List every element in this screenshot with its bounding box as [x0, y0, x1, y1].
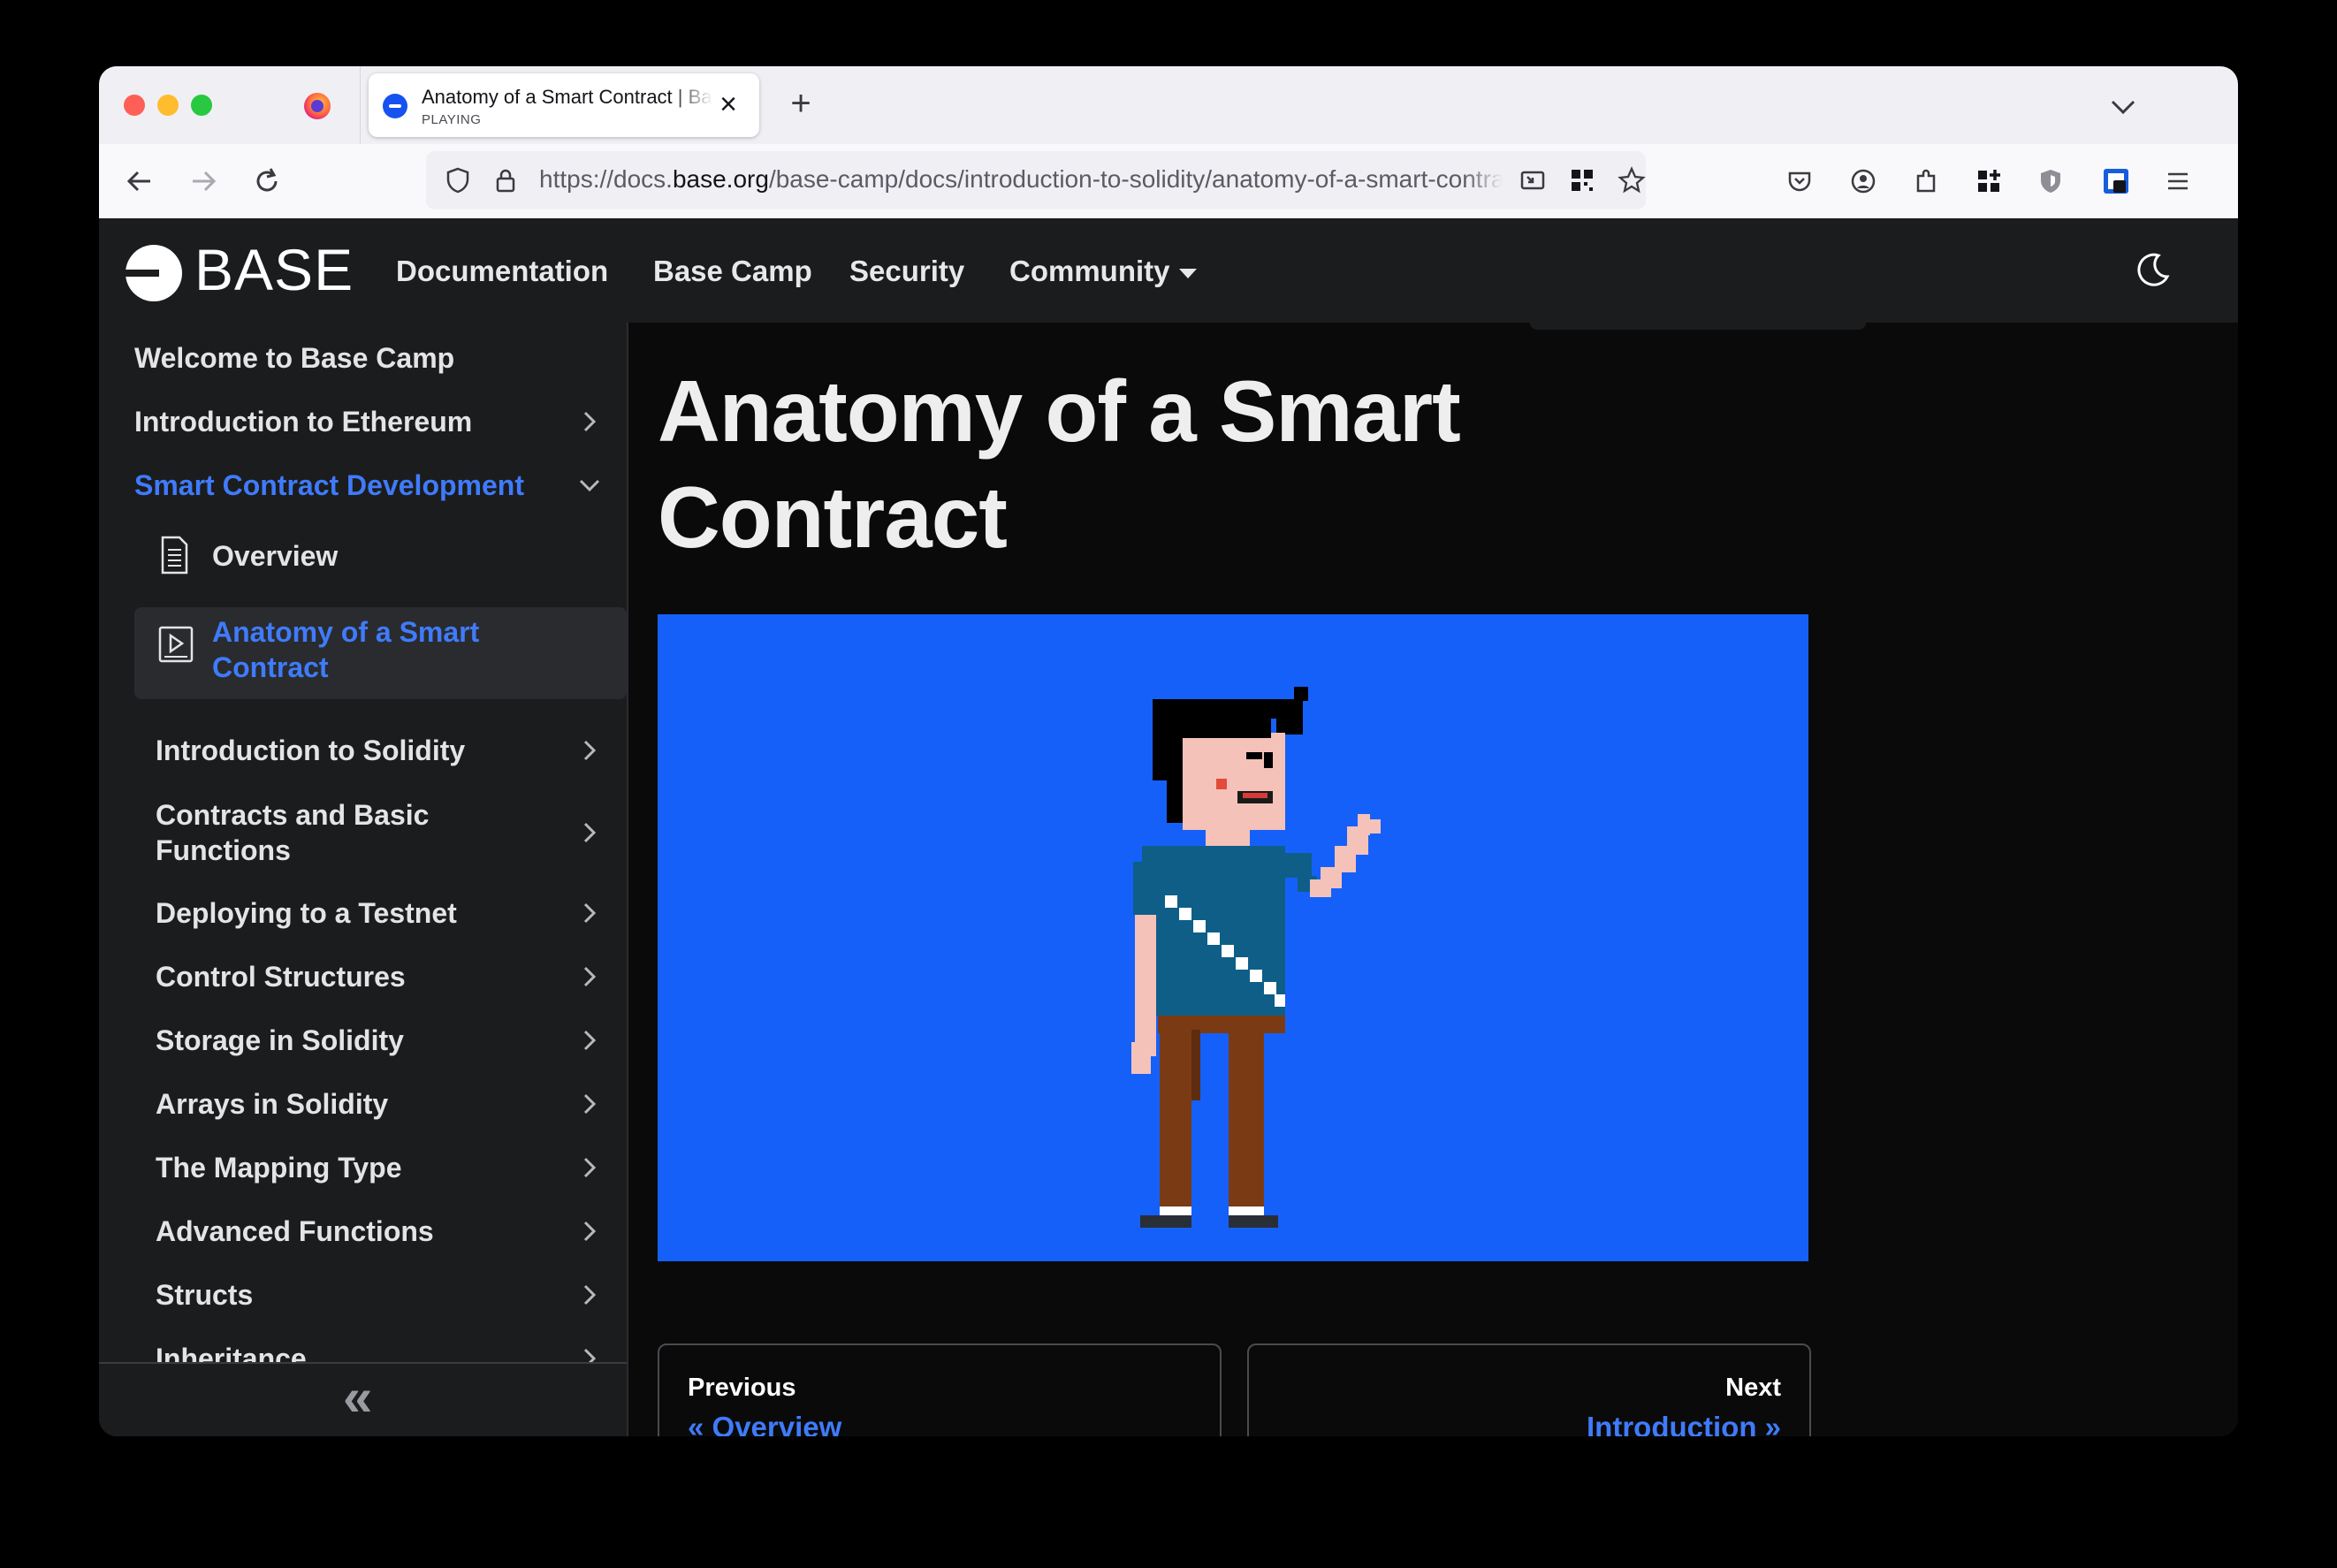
close-window-button[interactable]: [124, 95, 145, 116]
extensions-button[interactable]: [1904, 158, 1950, 204]
browser-window: Anatomy of a Smart Contract | Base PLAYI…: [99, 66, 2238, 1436]
double-chevron-left-icon: «: [343, 1367, 373, 1427]
tab-bar: Anatomy of a Smart Contract | Base PLAYI…: [99, 66, 2238, 144]
sidebar-item-arrays-solidity[interactable]: Arrays in Solidity: [156, 1086, 388, 1122]
chevron-right-icon[interactable]: [577, 901, 602, 925]
chevron-right-icon[interactable]: [577, 964, 602, 989]
pocket-icon: [1788, 171, 1811, 192]
bookmark-star-icon[interactable]: [1614, 163, 1649, 198]
active-tab[interactable]: Anatomy of a Smart Contract | Base PLAYI…: [369, 73, 759, 137]
chevron-right-icon[interactable]: [577, 738, 602, 763]
chevron-down-icon[interactable]: [577, 473, 602, 498]
chevron-right-icon[interactable]: [577, 1028, 602, 1053]
sidebar-item-deploying-testnet[interactable]: Deploying to a Testnet: [156, 895, 457, 931]
nav-documentation[interactable]: Documentation: [396, 254, 608, 289]
url-domain: base.org: [672, 165, 769, 193]
lock-icon[interactable]: [488, 163, 523, 198]
chevron-right-icon[interactable]: [577, 409, 602, 434]
pixel-character-illustration: [1131, 687, 1381, 1228]
sidebar-item-intro-solidity[interactable]: Introduction to Solidity: [156, 733, 465, 768]
address-bar[interactable]: https://docs.base.org/base-camp/docs/int…: [426, 151, 1646, 209]
reload-button[interactable]: [244, 158, 290, 204]
site-logo-text[interactable]: BASE: [194, 238, 354, 301]
chevron-right-icon[interactable]: [577, 820, 602, 845]
chevron-down-icon[interactable]: [2107, 91, 2139, 123]
grid-plus-icon: [1978, 170, 2000, 192]
nav-community-label: Community: [1009, 255, 1170, 287]
caret-down-icon: [1178, 268, 1197, 278]
pager-next-label: Next: [1725, 1374, 1781, 1402]
nav-base-camp[interactable]: Base Camp: [653, 254, 812, 289]
sidebar-item-intro-ethereum[interactable]: Introduction to Ethereum: [134, 404, 472, 439]
sidebar: Welcome to Base Camp Introduction to Eth…: [99, 323, 628, 1436]
shield-extension-button[interactable]: [2028, 158, 2074, 204]
site-header: BASE Documentation Base Camp Security Co…: [99, 218, 2238, 323]
url-text[interactable]: https://docs.base.org/base-camp/docs/int…: [539, 165, 1503, 194]
collapse-sidebar-button[interactable]: «: [99, 1362, 627, 1436]
qr-code-icon[interactable]: [1564, 163, 1600, 198]
forward-button[interactable]: [180, 158, 226, 204]
nav-community[interactable]: Community: [1009, 254, 1197, 289]
pager-next-link[interactable]: Introduction »: [1587, 1411, 1781, 1436]
chevron-right-icon[interactable]: [577, 1155, 602, 1180]
video-player[interactable]: [658, 614, 1808, 1261]
sidebar-item-storage-solidity[interactable]: Storage in Solidity: [156, 1023, 404, 1058]
sidebar-item-structs[interactable]: Structs: [156, 1277, 253, 1313]
privacy-shield-icon: [2041, 170, 2060, 193]
shield-icon[interactable]: [440, 163, 476, 198]
maximize-window-button[interactable]: [191, 95, 212, 116]
nav-security[interactable]: Security: [849, 254, 964, 289]
sidebar-item-anatomy[interactable]: Anatomy of a Smart Contract: [212, 614, 548, 685]
video-icon: [158, 626, 194, 663]
account-button[interactable]: [1840, 158, 1886, 204]
url-path: /base-camp/docs/introduction-to-solidity…: [768, 165, 1503, 193]
scroll-indicator: [1530, 323, 1866, 330]
chevron-right-icon[interactable]: [577, 1219, 602, 1244]
sidebar-item-overview[interactable]: Overview: [212, 538, 338, 574]
url-prefix: https://docs.: [539, 165, 673, 193]
reload-icon: [256, 168, 278, 192]
pager-next[interactable]: Next Introduction »: [1247, 1343, 1811, 1436]
chevron-right-icon[interactable]: [577, 1283, 602, 1307]
firefox-icon[interactable]: [304, 93, 331, 119]
navigation-toolbar: https://docs.base.org/base-camp/docs/int…: [99, 144, 2238, 219]
picture-in-picture-icon[interactable]: [1515, 163, 1550, 198]
sidebar-item-control-structures[interactable]: Control Structures: [156, 959, 406, 994]
close-tab-icon[interactable]: ×: [713, 89, 743, 119]
sidebar-item-contracts-basic-functions[interactable]: Contracts and Basic Functions: [156, 797, 527, 868]
pocket-button[interactable]: [1777, 158, 1823, 204]
hamburger-menu-icon: [2168, 172, 2188, 190]
sidebar-item-advanced-functions[interactable]: Advanced Functions: [156, 1214, 434, 1249]
base-favicon-icon: [383, 94, 407, 118]
pager-previous-link[interactable]: « Overview: [688, 1411, 841, 1436]
moon-icon[interactable]: [2132, 250, 2173, 291]
sidebar-item-welcome[interactable]: Welcome to Base Camp: [134, 340, 454, 376]
divider: [360, 66, 361, 144]
arrow-left-icon: [126, 171, 150, 192]
bitwarden-button[interactable]: [2093, 158, 2139, 204]
minimize-window-button[interactable]: [157, 95, 179, 116]
puzzle-icon: [1916, 169, 1936, 193]
tab-playing-label: PLAYING: [422, 112, 482, 127]
apps-extension-button[interactable]: [1966, 158, 2012, 204]
new-tab-button[interactable]: +: [780, 84, 822, 126]
account-icon: [1851, 169, 1876, 194]
document-icon: [161, 536, 188, 575]
pager-previous-label: Previous: [688, 1374, 796, 1402]
tab-title: Anatomy of a Smart Contract | Base: [422, 86, 713, 108]
base-logo-icon[interactable]: [124, 245, 182, 301]
sidebar-item-smart-contract-dev[interactable]: Smart Contract Development: [134, 468, 524, 503]
menu-button[interactable]: [2155, 158, 2201, 204]
arrow-right-icon: [193, 171, 217, 192]
sidebar-item-mapping-type[interactable]: The Mapping Type: [156, 1150, 402, 1185]
pager-previous[interactable]: Previous « Overview: [658, 1343, 1222, 1436]
page-title: Anatomy of a Smart Contract: [658, 362, 1461, 566]
back-button[interactable]: [117, 158, 163, 204]
main-content: Anatomy of a Smart Contract Previous « O…: [628, 323, 2238, 1436]
chevron-right-icon[interactable]: [577, 1092, 602, 1116]
password-manager-icon: [2104, 169, 2128, 194]
